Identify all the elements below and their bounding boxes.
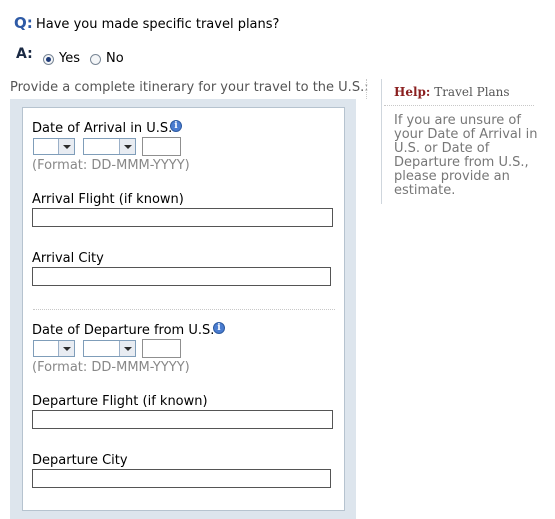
departure-year-input[interactable] [142,339,181,358]
help-heading: Help: Travel Plans [394,85,510,99]
arrival-city-label: Arrival City [32,251,104,266]
chevron-down-icon [119,139,135,154]
help-divider [384,105,534,106]
chevron-down-icon [119,341,135,356]
section-divider [33,309,335,310]
itinerary-instruction: Provide a complete itinerary for your tr… [10,80,369,95]
arrival-flight-input[interactable] [32,208,333,227]
arrival-month-select[interactable] [83,138,136,155]
chevron-down-icon [58,341,74,356]
yes-radio-label[interactable]: Yes [59,51,80,66]
help-text: If you are unsure of your Date of Arriva… [394,113,538,198]
departure-month-select[interactable] [83,340,136,357]
chevron-down-icon [58,139,74,154]
departure-flight-label: Departure Flight (if known) [32,394,208,409]
departure-date-label: Date of Departure from U.S. [32,323,215,338]
departure-flight-input[interactable] [32,410,333,429]
departure-day-select[interactable] [33,340,75,357]
arrival-city-input[interactable] [32,267,331,286]
answer-marker: A: [16,46,33,62]
arrival-date-format-hint: (Format: DD-MMM-YYYY) [32,158,190,173]
arrival-year-input[interactable] [142,137,181,156]
question-text: Have you made specific travel plans? [36,17,280,32]
info-icon[interactable]: i [213,322,225,334]
departure-date-format-hint: (Format: DD-MMM-YYYY) [32,360,190,375]
help-heading-prefix: Help: [394,85,431,99]
help-heading-text: Travel Plans [434,85,510,99]
no-radio-label[interactable]: No [106,51,124,66]
arrival-flight-label: Arrival Flight (if known) [32,192,184,207]
no-radio[interactable] [90,54,101,65]
departure-city-label: Departure City [32,453,128,468]
arrival-day-select[interactable] [33,138,75,155]
help-panel-border [381,79,382,204]
info-icon[interactable]: i [170,120,182,132]
arrival-date-label: Date of Arrival in U.S. [32,121,173,136]
question-marker: Q: [14,14,33,32]
yes-radio[interactable] [43,54,54,65]
departure-city-input[interactable] [32,469,331,488]
divider [366,79,368,99]
